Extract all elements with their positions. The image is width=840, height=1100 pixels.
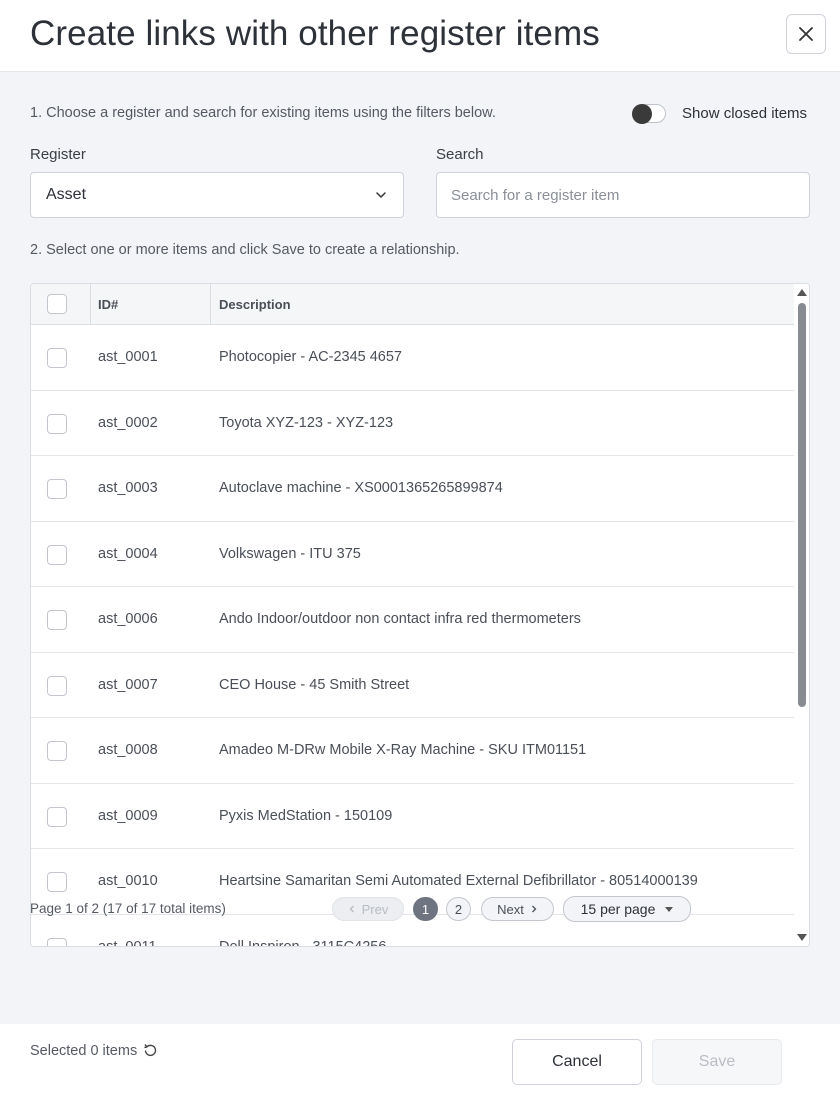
- row-id: ast_0002: [98, 414, 158, 431]
- step2-instructions: 2. Select one or more items and click Sa…: [30, 242, 460, 258]
- page-2-button[interactable]: 2: [446, 897, 471, 921]
- selected-count-text: Selected 0 items: [30, 1042, 138, 1059]
- chevron-down-icon: [376, 192, 386, 198]
- table-row[interactable]: ast_0001 Photocopier - AC-2345 4657: [31, 325, 794, 391]
- select-all-checkbox[interactable]: [47, 294, 67, 314]
- row-id: ast_0003: [98, 480, 158, 496]
- column-divider: [210, 284, 211, 325]
- row-description: Volkswagen - ITU 375: [219, 545, 361, 562]
- column-header-id[interactable]: ID#: [98, 284, 118, 325]
- row-checkbox[interactable]: [47, 872, 67, 892]
- dialog-body: 1. Choose a register and search for exis…: [0, 72, 840, 1024]
- row-checkbox[interactable]: [47, 937, 67, 946]
- row-id: ast_0001: [98, 349, 158, 365]
- selected-count: Selected 0 items: [30, 1042, 159, 1059]
- caret-down-icon: [665, 906, 674, 912]
- column-divider: [90, 284, 91, 325]
- page-1-button[interactable]: 1: [413, 897, 438, 921]
- row-id: ast_0009: [98, 807, 158, 824]
- row-checkbox[interactable]: [47, 479, 67, 499]
- show-closed-items-control: Show closed items: [632, 104, 808, 124]
- search-input[interactable]: [436, 172, 810, 218]
- row-checkbox[interactable]: [47, 544, 67, 565]
- scrollbar-thumb[interactable]: [798, 303, 806, 707]
- chevron-right-icon: [531, 905, 537, 913]
- show-closed-items-toggle[interactable]: [632, 104, 666, 124]
- table-row[interactable]: ast_0003 Autoclave machine - XS000136526…: [31, 456, 794, 522]
- row-id: ast_0006: [98, 611, 158, 627]
- table-row[interactable]: ast_0009 Pyxis MedStation - 150109: [31, 783, 794, 849]
- row-checkbox[interactable]: [47, 413, 67, 434]
- prev-page-button[interactable]: Prev: [332, 897, 404, 921]
- table-row[interactable]: ast_0008 Amadeo M-DRw Mobile X-Ray Machi…: [31, 718, 794, 784]
- items-table: ID# Description ast_0001 Photocopier - A…: [30, 283, 810, 947]
- row-description: Photocopier - AC-2345 4657: [219, 349, 402, 365]
- dialog-title: Create links with other register items: [30, 14, 600, 53]
- show-closed-items-label: Show closed items: [682, 105, 808, 122]
- row-id: ast_0004: [98, 545, 158, 562]
- row-description: Toyota XYZ-123 - XYZ-123: [219, 414, 394, 431]
- reset-selection-icon[interactable]: [142, 1042, 159, 1059]
- row-id: ast_0007: [98, 676, 158, 693]
- register-selected-value: Asset: [46, 186, 87, 203]
- row-checkbox[interactable]: [47, 348, 67, 368]
- row-checkbox[interactable]: [47, 610, 67, 630]
- toggle-knob: [632, 104, 652, 124]
- dialog-footer: Selected 0 items Cancel Save: [0, 1024, 840, 1100]
- table-row[interactable]: ast_0004 Volkswagen - ITU 375: [31, 521, 794, 587]
- row-description: Amadeo M-DRw Mobile X-Ray Machine - SKU …: [219, 742, 587, 758]
- row-checkbox[interactable]: [47, 806, 67, 827]
- row-id: ast_0008: [98, 742, 158, 758]
- row-description: Ando Indoor/outdoor non contact infra re…: [219, 611, 581, 627]
- close-icon: [799, 27, 813, 41]
- dialog-header: Create links with other register items: [0, 0, 840, 72]
- register-label: Register: [30, 146, 86, 163]
- row-id: ast_0010: [98, 873, 158, 889]
- chevron-left-icon: [349, 905, 354, 913]
- row-id: ast_0011: [98, 938, 157, 947]
- page-size-label: 15 per page: [580, 901, 656, 917]
- close-button[interactable]: [786, 14, 826, 54]
- table-row[interactable]: ast_0002 Toyota XYZ-123 - XYZ-123: [31, 390, 794, 456]
- table-row[interactable]: ast_0007 CEO House - 45 Smith Street: [31, 652, 794, 718]
- row-description: Pyxis MedStation - 150109: [219, 807, 393, 824]
- cancel-button[interactable]: Cancel: [512, 1039, 642, 1085]
- table-header: ID# Description: [31, 284, 794, 325]
- table-row[interactable]: ast_0006 Ando Indoor/outdoor non contact…: [31, 587, 794, 653]
- column-header-description[interactable]: Description: [219, 284, 291, 325]
- table-scrollbar[interactable]: [794, 284, 809, 946]
- row-checkbox[interactable]: [47, 675, 67, 696]
- next-page-label: Next: [497, 901, 524, 917]
- save-button[interactable]: Save: [652, 1039, 782, 1085]
- scroll-up-arrow-icon[interactable]: [797, 289, 807, 296]
- scroll-down-arrow-icon[interactable]: [797, 934, 807, 941]
- row-description: CEO House - 45 Smith Street: [219, 676, 410, 693]
- search-label: Search: [436, 146, 484, 163]
- table-body: ast_0001 Photocopier - AC-2345 4657 ast_…: [31, 325, 794, 947]
- register-select[interactable]: Asset: [30, 172, 404, 218]
- pagination-info: Page 1 of 2 (17 of 17 total items): [30, 901, 226, 916]
- next-page-button[interactable]: Next: [481, 897, 554, 921]
- prev-page-label: Prev: [361, 901, 389, 917]
- step1-instructions: 1. Choose a register and search for exis…: [30, 105, 496, 121]
- page-size-select[interactable]: 15 per page: [563, 896, 691, 922]
- row-description: Heartsine Samaritan Semi Automated Exter…: [219, 873, 698, 889]
- row-description: Autoclave machine - XS0001365265899874: [219, 480, 503, 496]
- row-description: Dell Inspiron - 3115C4256: [219, 938, 387, 947]
- row-checkbox[interactable]: [47, 741, 67, 761]
